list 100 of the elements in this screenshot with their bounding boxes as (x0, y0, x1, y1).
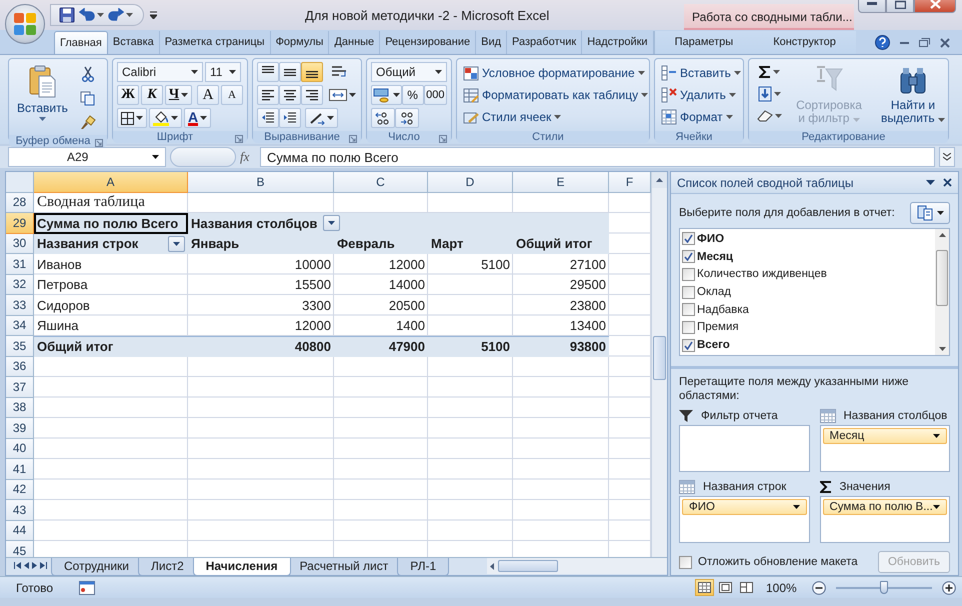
column-header[interactable]: A (34, 172, 188, 192)
sheet-tab[interactable]: РЛ-1 (397, 558, 450, 576)
sheet-tab[interactable]: Начисления (192, 558, 291, 576)
macro-record-button[interactable] (79, 580, 96, 594)
grow-font-button[interactable]: A (197, 85, 219, 105)
zoom-in-button[interactable] (942, 580, 956, 594)
horizontal-align-button[interactable] (301, 85, 323, 105)
row-header[interactable]: 37 (6, 377, 34, 398)
field-checkbox[interactable] (682, 250, 695, 264)
sheet-tab[interactable]: Сотрудники (51, 558, 142, 576)
decrease-decimal-button[interactable] (395, 108, 419, 128)
drop-area[interactable]: Месяц (820, 425, 950, 472)
view-button[interactable] (716, 579, 735, 596)
decrease-indent-button[interactable] (257, 108, 279, 128)
name-box[interactable]: A29 (8, 147, 166, 167)
row-header[interactable]: 42 (6, 480, 34, 500)
ribbon-tab[interactable]: Главная (54, 31, 108, 54)
styles-command[interactable]: Стили ячеек (461, 106, 645, 128)
horizontal-scrollbar[interactable] (487, 558, 667, 574)
zoom-slider[interactable] (880, 580, 888, 594)
row-header[interactable]: 33 (6, 295, 34, 316)
drop-area[interactable]: Сумма по полю В... (820, 496, 950, 543)
ribbon-tab[interactable]: Параметры (654, 31, 754, 54)
vertical-align-button[interactable] (257, 62, 279, 82)
shrink-font-button[interactable]: A (221, 85, 243, 105)
insert-function-button[interactable]: fx (240, 149, 256, 165)
row-header[interactable]: 35 (6, 336, 34, 356)
column-header[interactable]: C (334, 172, 428, 192)
layout-button[interactable] (910, 202, 950, 224)
area-field[interactable]: ФИО (682, 499, 806, 515)
scroll-thumb[interactable] (653, 336, 666, 380)
horizontal-align-button[interactable] (257, 85, 279, 105)
field-checkbox[interactable] (682, 338, 695, 352)
vertical-align-button[interactable] (279, 62, 301, 82)
column-header[interactable]: F (609, 172, 651, 192)
row-header[interactable]: 29 (6, 213, 34, 234)
row-header[interactable]: 38 (6, 398, 34, 418)
horizontal-align-button[interactable] (279, 85, 301, 105)
save-button[interactable] (59, 7, 75, 23)
cells-command[interactable]: Формат (659, 106, 739, 128)
zoom-level[interactable]: 100% (766, 580, 802, 594)
row-header[interactable]: 32 (6, 274, 34, 295)
styles-command[interactable]: Форматировать как таблицу (461, 84, 645, 106)
row-header[interactable]: 41 (6, 459, 34, 480)
field-checkbox[interactable] (682, 303, 695, 316)
redo-button[interactable] (108, 8, 133, 22)
sheet-tab[interactable]: Лист2 (138, 558, 197, 576)
row-header[interactable]: 34 (6, 316, 34, 336)
row-header[interactable]: 36 (6, 356, 34, 377)
filter-dropdown-button[interactable] (168, 236, 185, 252)
cells-command[interactable]: Удалить (659, 84, 739, 106)
fill-color-button[interactable] (149, 108, 182, 128)
row-header[interactable]: 30 (6, 234, 34, 254)
row-header[interactable]: 43 (6, 500, 34, 520)
row-header[interactable]: 44 (6, 520, 34, 541)
defer-checkbox[interactable] (679, 556, 692, 568)
increase-indent-button[interactable] (279, 108, 301, 128)
number-format-field[interactable]: Общий (371, 62, 447, 82)
undo-button[interactable] (79, 8, 104, 22)
formula-field[interactable]: Сумма по полю Всего (260, 147, 935, 167)
underline-button[interactable]: Ч (165, 85, 192, 105)
thousands-button[interactable]: 000 (424, 85, 447, 105)
borders-button[interactable] (117, 108, 147, 128)
column-header[interactable]: B (188, 172, 334, 192)
field-checkbox[interactable] (682, 232, 695, 246)
field-checkbox[interactable] (682, 320, 695, 334)
customize-toolbar-button[interactable] (150, 11, 157, 19)
orientation-button[interactable] (305, 108, 338, 128)
font-name-field[interactable]: Calibri (117, 62, 203, 82)
column-header[interactable]: E (513, 172, 609, 192)
column-header[interactable]: D (428, 172, 513, 192)
font-size-field[interactable]: 11 (205, 62, 241, 82)
cells-command[interactable]: Вставить (659, 62, 739, 84)
increase-decimal-button[interactable] (371, 108, 395, 128)
row-header[interactable]: 31 (6, 254, 34, 274)
find-select-button[interactable]: Найти и выделить (872, 62, 954, 128)
view-button[interactable] (737, 579, 756, 596)
row-header[interactable]: 45 (6, 541, 34, 557)
font-color-button[interactable]: A (184, 108, 212, 128)
area-field[interactable]: Сумма по полю В... (822, 499, 947, 515)
scroll-thumb[interactable] (936, 250, 948, 306)
expand-formula-button[interactable] (939, 147, 955, 167)
field-checkbox[interactable] (682, 286, 695, 299)
row-header[interactable]: 39 (6, 418, 34, 438)
scroll-thumb[interactable] (498, 560, 558, 572)
vertical-scrollbar[interactable] (651, 172, 667, 557)
office-button[interactable] (5, 4, 45, 44)
zoom-out-button[interactable] (812, 580, 826, 594)
row-header[interactable]: 40 (6, 438, 34, 459)
view-button[interactable] (695, 579, 714, 596)
italic-button[interactable]: К (141, 85, 163, 105)
drop-area[interactable]: ФИО (679, 496, 810, 543)
field-checkbox[interactable] (682, 268, 695, 281)
bold-button[interactable]: Ж (117, 85, 139, 105)
row-header[interactable]: 28 (6, 192, 34, 213)
area-field[interactable]: Месяц (822, 428, 947, 444)
percent-button[interactable]: % (402, 85, 424, 105)
field-list-scrollbar[interactable] (935, 229, 949, 355)
currency-button[interactable] (371, 85, 402, 105)
filter-dropdown-button[interactable] (323, 215, 340, 232)
